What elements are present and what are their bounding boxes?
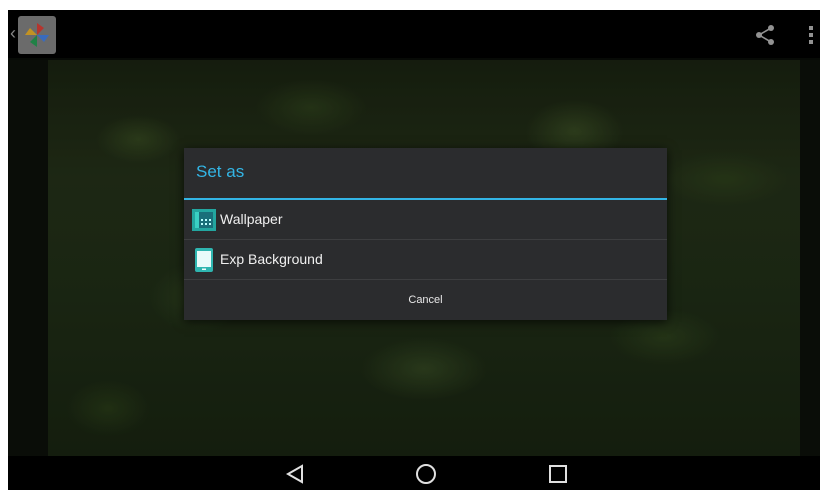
dialog-title: Set as	[196, 162, 245, 181]
navigation-bar	[8, 456, 820, 490]
wallpaper-icon	[191, 207, 217, 233]
option-exp-background[interactable]: Exp Background	[184, 240, 667, 280]
tablet-icon	[191, 247, 217, 273]
home-icon[interactable]	[413, 462, 439, 486]
recents-icon[interactable]	[545, 462, 571, 486]
option-wallpaper[interactable]: Wallpaper	[184, 200, 667, 240]
option-wallpaper-label: Wallpaper	[220, 211, 283, 227]
back-icon[interactable]	[282, 462, 308, 486]
cancel-button[interactable]: Cancel	[184, 280, 667, 320]
set-as-dialog: Set as Wallpaper Exp Background Cancel	[184, 148, 667, 320]
device-screen: ‹ Set as Wallpaper Exp Background Cancel	[8, 10, 820, 490]
option-exp-background-label: Exp Background	[220, 251, 323, 267]
